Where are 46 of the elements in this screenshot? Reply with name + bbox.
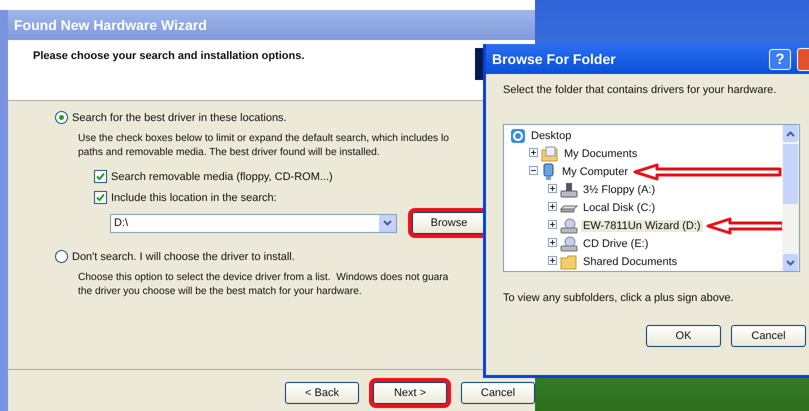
expand-icon[interactable] (548, 202, 557, 214)
floppy-drive-icon (560, 182, 578, 198)
dialog-prompt: Select the folder that contains drivers for your hardware. (503, 84, 778, 96)
dialog-button[interactable]: OK (646, 325, 721, 347)
wizard-heading: Please choose your search and installation options. (32, 49, 304, 64)
cd-drive-icon (560, 218, 578, 234)
expand-icon[interactable] (548, 238, 557, 250)
checkbox[interactable] (94, 170, 107, 183)
scroll-down-icon[interactable] (783, 254, 798, 271)
expand-icon[interactable] (548, 220, 557, 232)
expand-icon[interactable] (529, 148, 538, 160)
tree-item[interactable]: My Documents (562, 148, 640, 160)
location-combo-box[interactable]: D:\ (110, 214, 397, 232)
option-label[interactable]: Search for the best driver in these locations. (72, 112, 287, 124)
close-icon[interactable] (797, 48, 809, 70)
radio-button[interactable] (55, 250, 68, 263)
option-description: Choose this option to select the device driver from a list. Windows does not guara the driver you choose will be the best match for your hardware. (78, 271, 448, 299)
checkbox[interactable] (94, 191, 107, 204)
checkbox-label[interactable]: Search removable media (floppy, CD-ROM...) (111, 170, 333, 182)
folder-icon (560, 254, 578, 270)
desktop-icon (510, 128, 526, 144)
collapse-icon[interactable] (529, 166, 538, 178)
expand-icon[interactable] (548, 184, 557, 196)
tree-item[interactable]: Local Disk (C:) (581, 202, 658, 214)
tree-item[interactable]: My Computer (560, 166, 630, 178)
scroll-up-icon[interactable] (783, 125, 798, 142)
tree-item[interactable]: 3½ Floppy (A:) (581, 184, 658, 196)
dialog-hint: To view any subfolders, click a plus sign above. (503, 292, 735, 304)
option-description: Use the check boxes below to limit or expand the default search, which includes lo paths and removable media. The best driver found will be installed. (78, 132, 449, 160)
radio-button[interactable] (55, 111, 68, 124)
help-button[interactable]: ? (769, 48, 791, 70)
cd-drive-icon (560, 236, 578, 252)
wizard-button[interactable]: Cancel (461, 382, 535, 404)
checkbox-label[interactable]: Include this location in the search: (111, 192, 277, 204)
tree-item[interactable]: Desktop (529, 130, 574, 142)
wizard-button[interactable]: < Back (285, 382, 359, 404)
expand-icon[interactable] (548, 256, 557, 268)
tree-item[interactable]: Shared Documents (581, 256, 680, 268)
tree-item[interactable]: CD Drive (E:) (581, 238, 650, 250)
dialog-title: Browse For Folder (492, 51, 617, 67)
scrollbar[interactable] (782, 125, 799, 271)
dialog-button[interactable]: Cancel (731, 325, 806, 347)
window-title: Found New Hardware Wizard (8, 10, 535, 40)
folder-icon (541, 146, 559, 162)
tree-item[interactable]: EW-7811Un Wizard (D:) (581, 220, 703, 232)
option-label[interactable]: Don't search. I will choose the driver to install. (72, 250, 295, 262)
